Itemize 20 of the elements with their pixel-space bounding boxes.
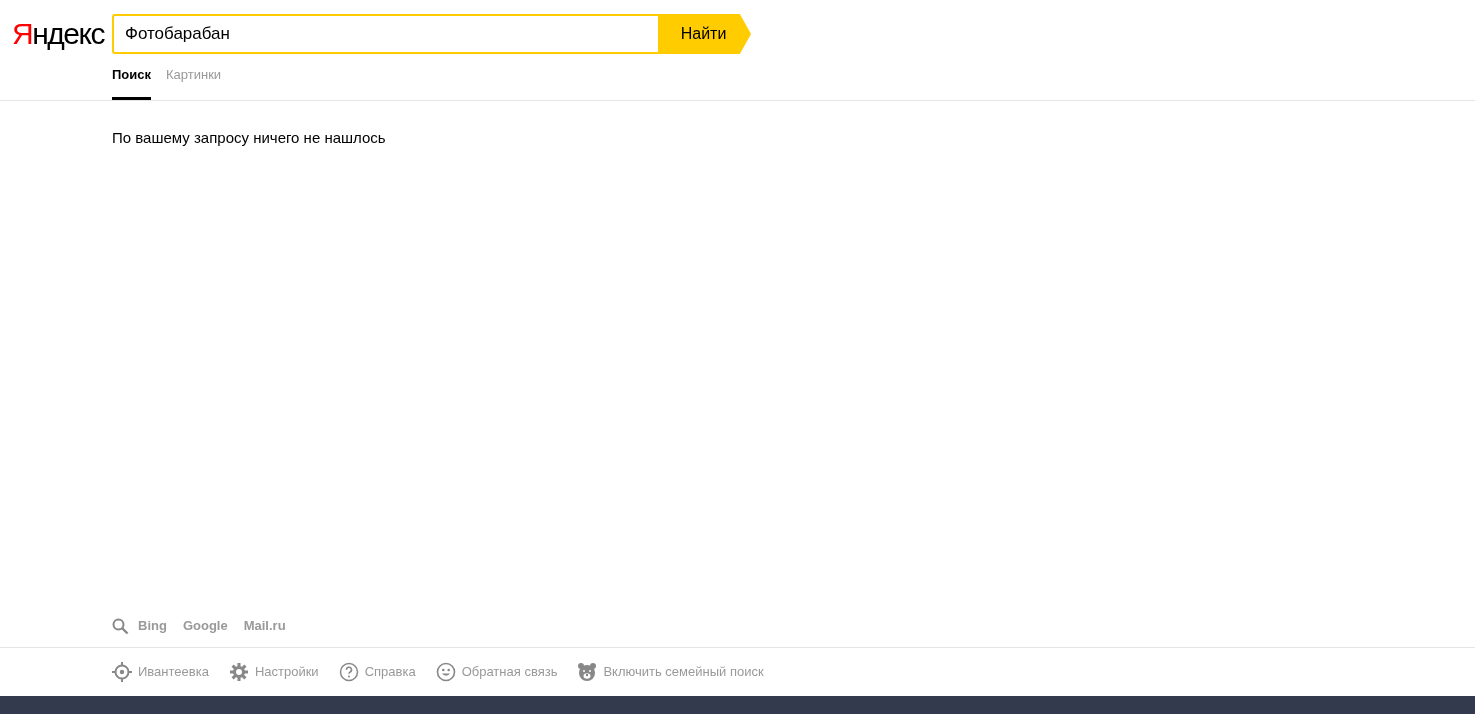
logo[interactable]: Яндекс <box>0 19 112 49</box>
search-icon <box>112 617 129 635</box>
smiley-icon <box>435 662 456 682</box>
footer-link[interactable]: Включить семейный поиск <box>603 662 764 682</box>
footer-link[interactable]: Обратная связь <box>461 662 558 682</box>
footer-link[interactable]: Справка <box>364 662 416 682</box>
no-results-message: По вашему запросу ничего не нашлось <box>112 127 387 148</box>
engine-link[interactable]: Google <box>182 616 228 636</box>
search-tab[interactable]: Картинки <box>166 65 222 100</box>
search-button[interactable]: Найти <box>658 14 751 54</box>
settings-icon <box>228 662 249 682</box>
bear-icon <box>577 662 598 682</box>
search-tab[interactable]: Поиск <box>112 65 151 100</box>
help-icon <box>338 662 359 682</box>
search-field[interactable]: Фотобарабан <box>112 14 658 54</box>
footer-link[interactable]: Ивантеевка <box>138 662 209 682</box>
footer-link[interactable]: Настройки <box>254 662 319 682</box>
engine-link[interactable]: Mail.ru <box>243 616 286 636</box>
target-icon <box>112 662 132 682</box>
engine-link[interactable]: Bing <box>138 616 167 636</box>
